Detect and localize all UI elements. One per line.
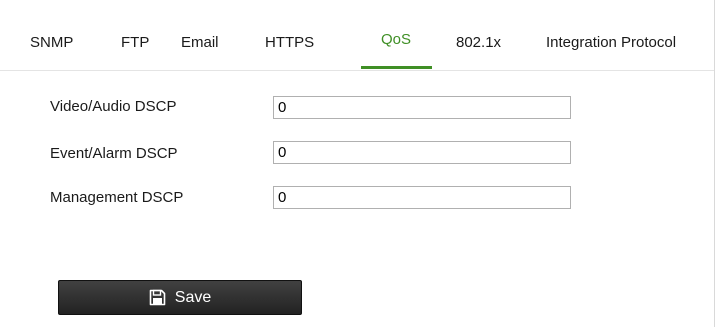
management-dscp-input[interactable] (273, 186, 571, 209)
save-button-label: Save (174, 288, 212, 306)
active-tab-indicator (361, 66, 432, 69)
tab-ftp[interactable]: FTP (121, 34, 149, 51)
tab-email[interactable]: Email (181, 34, 219, 51)
tab-integration-protocol[interactable]: Integration Protocol (546, 34, 676, 51)
management-dscp-label: Management DSCP (50, 189, 184, 206)
video-audio-dscp-input[interactable] (273, 96, 571, 119)
tab-802-1x[interactable]: 802.1x (456, 34, 501, 51)
event-alarm-dscp-input[interactable] (273, 141, 571, 164)
video-audio-dscp-label: Video/Audio DSCP (50, 98, 177, 115)
qos-settings-panel: SNMP FTP Email HTTPS QoS 802.1x Integrat… (0, 0, 715, 327)
tab-qos[interactable]: QoS (381, 31, 411, 48)
save-button[interactable]: Save (58, 280, 302, 315)
tab-bar: SNMP FTP Email HTTPS QoS 802.1x Integrat… (0, 0, 714, 71)
save-icon (149, 289, 166, 306)
tab-snmp[interactable]: SNMP (30, 34, 73, 51)
event-alarm-dscp-label: Event/Alarm DSCP (50, 145, 178, 162)
tab-https[interactable]: HTTPS (265, 34, 314, 51)
